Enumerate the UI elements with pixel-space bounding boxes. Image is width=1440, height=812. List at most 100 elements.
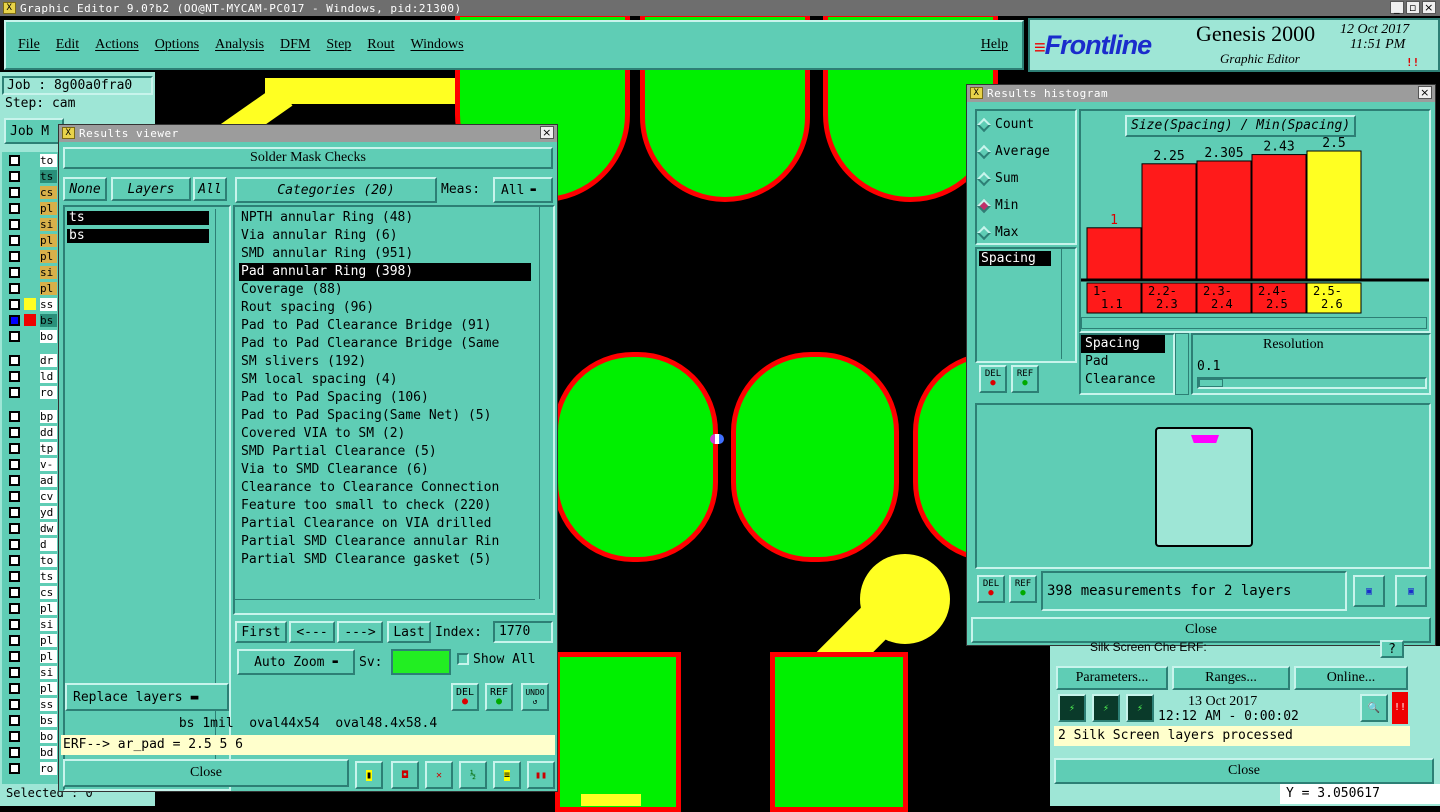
layer-row[interactable]: pl: [2, 600, 58, 616]
close-icon[interactable]: ×: [1422, 1, 1436, 14]
run-icon[interactable]: ⚡: [1058, 694, 1086, 722]
category-item[interactable]: Partial SMD Clearance annular Rin: [239, 533, 531, 551]
online-button[interactable]: Online...: [1294, 666, 1408, 690]
histogram-bar[interactable]: [1251, 154, 1307, 280]
replace-layers-dropdown[interactable]: Replace layers ▬: [65, 683, 229, 711]
parameters-button[interactable]: Parameters...: [1056, 666, 1168, 690]
resolution-slider[interactable]: [1197, 377, 1427, 389]
layer-color-swatch[interactable]: [24, 714, 36, 726]
close-icon[interactable]: ×: [1418, 86, 1432, 99]
layer-checkbox[interactable]: [9, 442, 20, 454]
category-item[interactable]: NPTH annular Ring (48): [239, 209, 531, 227]
vertical-scrollbar[interactable]: [1175, 333, 1189, 395]
menu-help[interactable]: Help: [973, 37, 1016, 53]
menu-dfm[interactable]: DFM: [272, 37, 318, 53]
layer-row[interactable]: ro: [2, 760, 58, 776]
layer-row[interactable]: pl: [2, 280, 58, 296]
layer-color-swatch[interactable]: [24, 538, 36, 550]
layer-checkbox[interactable]: [9, 618, 20, 630]
layer-row[interactable]: ss: [2, 296, 58, 312]
layer-checkbox[interactable]: [9, 490, 20, 502]
slider-thumb[interactable]: [1199, 379, 1223, 387]
layer-checkbox[interactable]: [9, 714, 20, 726]
all-layers-button[interactable]: All: [193, 177, 227, 201]
layer-color-swatch[interactable]: [24, 298, 36, 310]
layer-checkbox[interactable]: [9, 234, 20, 246]
layer-color-swatch[interactable]: [24, 586, 36, 598]
layer-row[interactable]: ld: [2, 368, 58, 384]
vertical-scrollbar[interactable]: [539, 207, 553, 599]
horizontal-scrollbar[interactable]: [235, 599, 535, 613]
field-item[interactable]: Clearance: [1081, 371, 1165, 389]
menu-actions[interactable]: Actions: [87, 37, 147, 53]
layer-checkbox[interactable]: [9, 522, 20, 534]
layer-row[interactable]: bs: [2, 712, 58, 728]
layer-checkbox[interactable]: [9, 154, 20, 166]
category-item[interactable]: SMD annular Ring (951): [239, 245, 531, 263]
layer-row[interactable]: pl: [2, 648, 58, 664]
layer-color-swatch[interactable]: [24, 602, 36, 614]
layer-row[interactable]: ts: [2, 168, 58, 184]
ranges-button[interactable]: Ranges...: [1172, 666, 1290, 690]
layer-color-swatch[interactable]: [24, 730, 36, 742]
category-item[interactable]: Via annular Ring (6): [239, 227, 531, 245]
ref-button[interactable]: REF ●: [1011, 365, 1039, 393]
highlight-icon[interactable]: ▮: [355, 761, 383, 789]
compare-icon[interactable]: ½: [459, 761, 487, 789]
undo-button[interactable]: UNDO ↺: [521, 683, 549, 711]
layer-checkbox[interactable]: [9, 570, 20, 582]
layer-row[interactable]: pl: [2, 632, 58, 648]
layer-row[interactable]: bo: [2, 728, 58, 744]
run-icon[interactable]: ⚡: [1126, 694, 1154, 722]
layer-color-swatch[interactable]: [24, 634, 36, 646]
layer-color-swatch[interactable]: [24, 186, 36, 198]
sv-color-dropdown[interactable]: [391, 649, 451, 675]
layer-color-swatch[interactable]: [24, 458, 36, 470]
del-button[interactable]: DEL ●: [451, 683, 479, 711]
category-item[interactable]: SM slivers (192): [239, 353, 531, 371]
show-all-checkbox[interactable]: [457, 653, 469, 665]
layer-checkbox[interactable]: [9, 386, 20, 398]
category-item[interactable]: Partial SMD Clearance gasket (5): [239, 551, 531, 569]
layer-checkbox[interactable]: [9, 634, 20, 646]
layer-row[interactable]: d: [2, 536, 58, 552]
layer-checkbox[interactable]: [9, 602, 20, 614]
menu-edit[interactable]: Edit: [48, 37, 87, 53]
layer-color-swatch[interactable]: [24, 522, 36, 534]
layer-color-swatch[interactable]: [24, 354, 36, 366]
layer-color-swatch[interactable]: [24, 442, 36, 454]
report-icon[interactable]: ≡: [493, 761, 521, 789]
layer-color-swatch[interactable]: [24, 682, 36, 694]
layer-color-swatch[interactable]: [24, 746, 36, 758]
layer-checkbox[interactable]: [9, 586, 20, 598]
mode-radio-min[interactable]: Min: [976, 192, 1075, 219]
layer-row[interactable]: cv: [2, 488, 58, 504]
layer-checkbox[interactable]: [9, 370, 20, 382]
layer-color-swatch[interactable]: [24, 202, 36, 214]
layer-row[interactable]: si: [2, 616, 58, 632]
layer-color-swatch[interactable]: [24, 474, 36, 486]
layer-row[interactable]: cs: [2, 584, 58, 600]
prev-button[interactable]: <---: [289, 621, 335, 643]
layer-checkbox[interactable]: [9, 410, 20, 422]
layer-row[interactable]: bd: [2, 744, 58, 760]
layer-checkbox[interactable]: [9, 170, 20, 182]
ref-button[interactable]: REF ●: [485, 683, 513, 711]
mode-radio-average[interactable]: Average: [976, 138, 1075, 165]
restore-icon[interactable]: ▫: [1406, 1, 1420, 14]
layer-checkbox[interactable]: [9, 458, 20, 470]
category-item[interactable]: SMD Partial Clearance (5): [239, 443, 531, 461]
layer-color-swatch[interactable]: [24, 314, 36, 326]
category-item[interactable]: Feature too small to check (220): [239, 497, 531, 515]
next-button[interactable]: --->: [337, 621, 383, 643]
layer-color-swatch[interactable]: [24, 554, 36, 566]
layer-checkbox[interactable]: [9, 682, 20, 694]
layer-checkbox[interactable]: [9, 298, 20, 310]
layer-color-swatch[interactable]: [24, 666, 36, 678]
layer-checkbox[interactable]: [9, 746, 20, 758]
layer-checkbox[interactable]: [9, 650, 20, 662]
layer-color-swatch[interactable]: [24, 570, 36, 582]
layer-row[interactable]: pl: [2, 232, 58, 248]
layer-checkbox[interactable]: [9, 554, 20, 566]
layer-checkbox[interactable]: [9, 426, 20, 438]
